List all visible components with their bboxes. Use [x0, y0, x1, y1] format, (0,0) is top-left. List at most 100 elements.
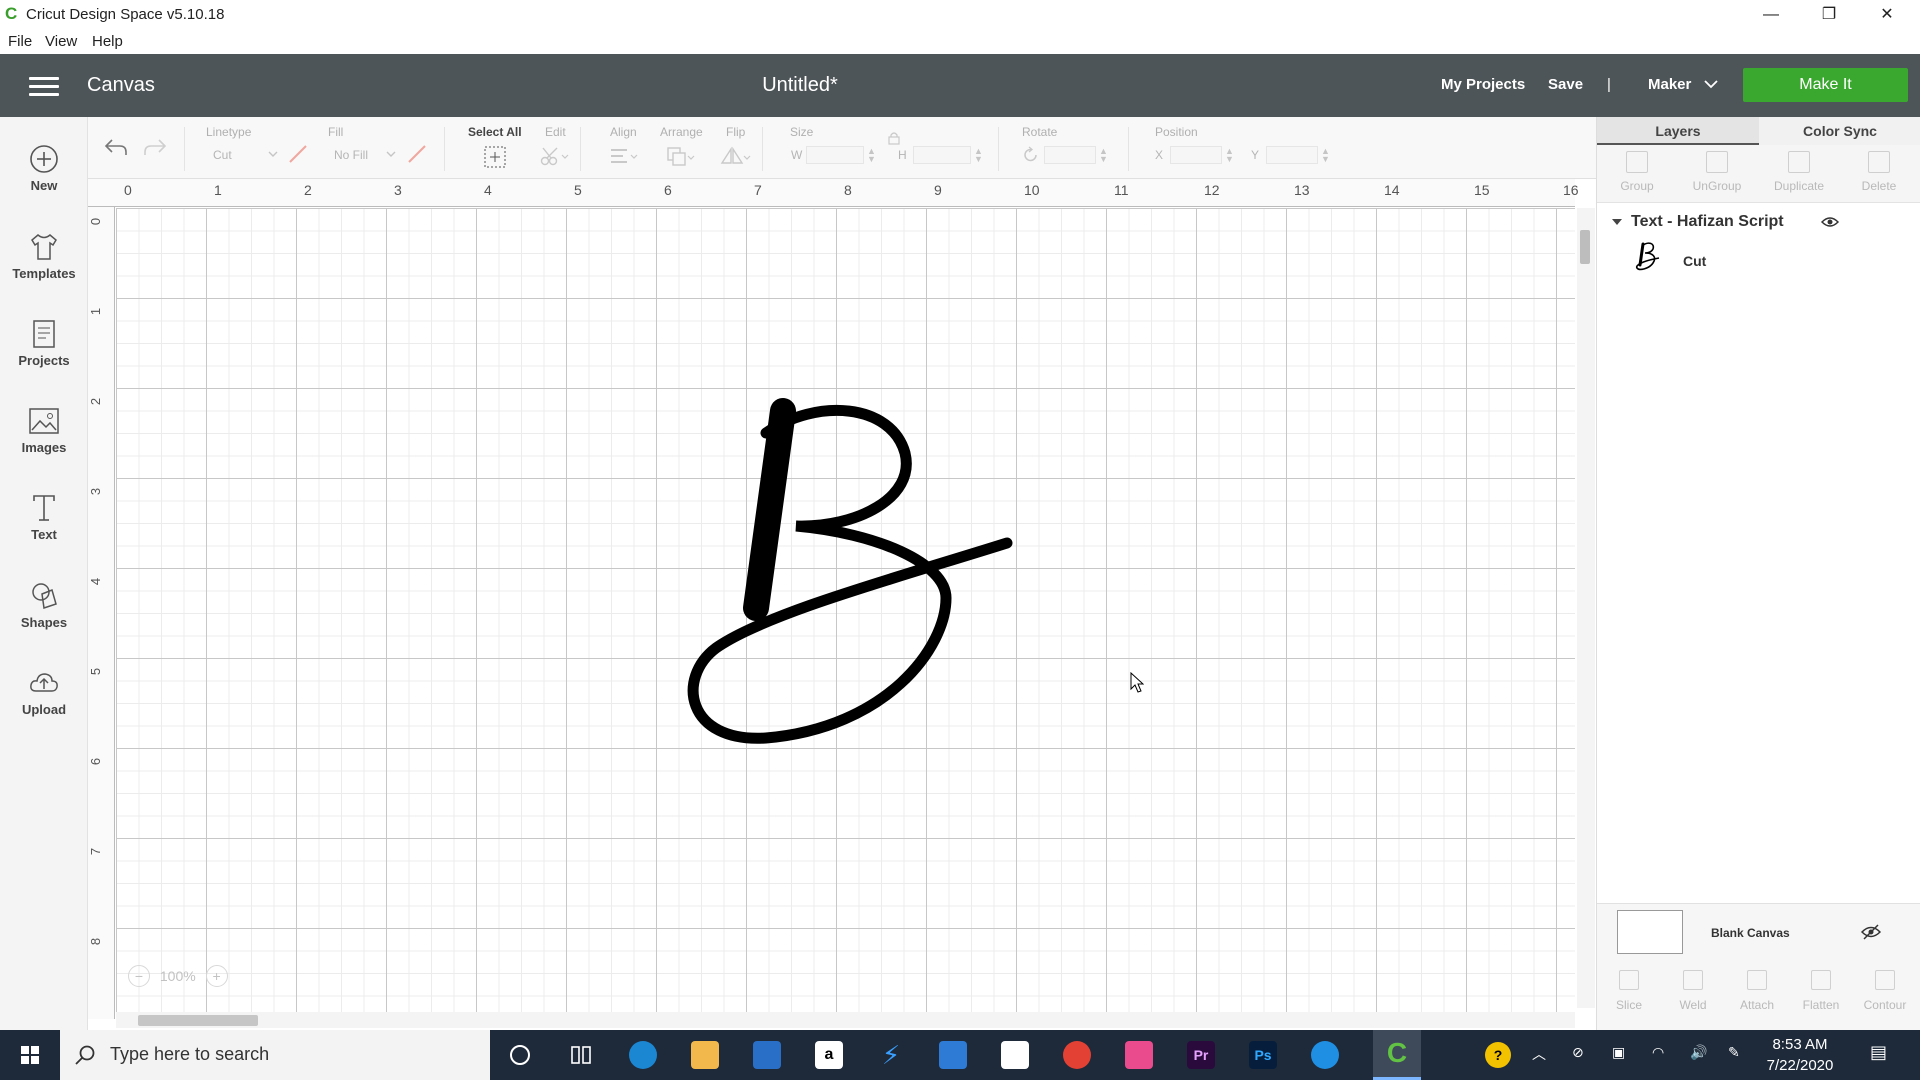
make-it-button[interactable]: Make It [1743, 68, 1908, 102]
rotate-stepper[interactable]: ▲ ▼ [1099, 147, 1108, 164]
height-stepper[interactable]: ▲ ▼ [974, 147, 983, 164]
script-letter-b[interactable] [116, 208, 1575, 1018]
lock-icon[interactable] [888, 131, 900, 145]
windows-start-icon[interactable] [0, 1030, 60, 1080]
app-icon[interactable] [1311, 1041, 1339, 1069]
wifi-icon[interactable]: ◠ [1652, 1044, 1664, 1061]
ungroup-button[interactable]: UnGroup [1677, 151, 1757, 193]
chrome-icon[interactable] [1063, 1041, 1091, 1069]
caret-down-icon[interactable] [1611, 217, 1623, 227]
blank-canvas-swatch[interactable] [1617, 910, 1683, 954]
hidden-eye-icon[interactable] [1861, 924, 1881, 940]
y-input[interactable] [1266, 146, 1318, 164]
amazon-icon[interactable]: a [815, 1041, 843, 1069]
flip-label: Flip [726, 125, 746, 139]
x-input[interactable] [1170, 146, 1222, 164]
eye-icon[interactable] [1821, 216, 1839, 228]
width-stepper[interactable]: ▲ ▼ [867, 147, 876, 164]
sidebar-item-new[interactable]: New [0, 135, 88, 215]
edge-browser-icon[interactable] [629, 1041, 657, 1069]
mail-icon[interactable] [939, 1041, 967, 1069]
task-view-icon[interactable] [567, 1041, 595, 1069]
slice-button[interactable]: Slice [1597, 970, 1661, 1012]
sidebar-item-shapes[interactable]: Shapes [0, 572, 88, 652]
arrange-icon[interactable] [666, 146, 696, 168]
design-canvas[interactable] [116, 208, 1575, 1018]
blank-canvas-row[interactable]: Blank Canvas [1609, 902, 1913, 960]
redo-icon[interactable] [143, 137, 167, 157]
search-placeholder: Type here to search [110, 1044, 270, 1064]
width-input[interactable] [806, 146, 864, 164]
zoom-in-button[interactable]: + [205, 965, 228, 987]
restore-button[interactable]: ❐ [1800, 0, 1858, 29]
tab-color-sync[interactable]: Color Sync [1759, 117, 1920, 145]
vertical-ruler: 0 1 2 3 4 5 6 7 8 [88, 207, 115, 1019]
vertical-scrollbar[interactable] [1577, 208, 1595, 1008]
duplicate-button[interactable]: Duplicate [1759, 151, 1839, 193]
group-button[interactable]: Group [1597, 151, 1677, 193]
sidebar-item-images[interactable]: Images [0, 397, 88, 477]
help-tray-icon[interactable]: ? [1485, 1042, 1511, 1068]
select-all-icon[interactable] [483, 145, 507, 169]
volume-icon[interactable]: 🔊 [1690, 1044, 1707, 1061]
sidebar-item-templates[interactable]: Templates [0, 223, 88, 303]
y-stepper[interactable]: ▲ ▼ [1321, 147, 1330, 164]
section-title: Canvas [87, 74, 155, 96]
flatten-button[interactable]: Flatten [1789, 970, 1853, 1012]
fill-color-icon[interactable] [406, 143, 428, 165]
layer-item-label[interactable]: Cut [1683, 253, 1706, 269]
close-button[interactable]: ✕ [1858, 0, 1916, 29]
chevron-up-icon[interactable]: ︿ [1532, 1044, 1546, 1064]
photoshop-icon[interactable]: Ps [1249, 1041, 1277, 1069]
rotate-input[interactable] [1044, 146, 1096, 164]
microsoft-store-icon[interactable] [753, 1041, 781, 1069]
flip-icon[interactable] [720, 146, 752, 168]
taskbar-search[interactable]: Type here to search [60, 1030, 490, 1080]
notifications-icon[interactable]: ▤ [1870, 1042, 1887, 1063]
undo-icon[interactable] [104, 137, 128, 157]
edit-label: Edit [545, 125, 566, 139]
sidebar-item-upload[interactable]: Upload [0, 659, 88, 739]
layers-panel: Layers Color Sync Group UnGroup Duplicat… [1596, 117, 1920, 1030]
notepad-icon[interactable] [1001, 1041, 1029, 1069]
minimize-button[interactable]: — [1742, 0, 1800, 29]
cricut-design-space-icon[interactable]: C [1373, 1030, 1421, 1080]
horizontal-scrollbar[interactable] [116, 1012, 1575, 1028]
sidebar-item-projects[interactable]: Projects [0, 310, 88, 390]
sidebar-item-label: Shapes [20, 615, 68, 630]
zoom-out-button[interactable]: − [128, 965, 150, 987]
pen-icon[interactable]: ✎ [1728, 1044, 1740, 1061]
attach-button[interactable]: Attach [1725, 970, 1789, 1012]
machine-select[interactable]: Maker [1648, 76, 1718, 93]
cortana-icon[interactable] [506, 1041, 534, 1069]
slice-icon [1619, 970, 1639, 990]
file-explorer-icon[interactable] [691, 1041, 719, 1069]
ruler-mark: 12 [1204, 182, 1220, 198]
weld-button[interactable]: Weld [1661, 970, 1725, 1012]
linetype-select[interactable]: Cut [213, 148, 232, 162]
tab-layers[interactable]: Layers [1597, 117, 1759, 145]
save-link[interactable]: Save [1548, 76, 1583, 93]
network-off-icon[interactable]: ⊘ [1572, 1044, 1584, 1061]
hamburger-menu-icon[interactable] [29, 77, 59, 96]
edit-scissors-icon[interactable] [540, 146, 570, 168]
linetype-color-icon[interactable] [287, 143, 309, 165]
premiere-pro-icon[interactable]: Pr [1187, 1041, 1215, 1069]
delete-button[interactable]: Delete [1839, 151, 1919, 193]
vscode-icon[interactable]: ⚡ [877, 1041, 905, 1069]
contour-button[interactable]: Contour [1853, 970, 1917, 1012]
dropbox-icon[interactable]: ▣ [1612, 1044, 1625, 1061]
fill-select[interactable]: No Fill [334, 148, 368, 162]
height-input[interactable] [913, 146, 971, 164]
taskbar-clock[interactable]: 8:53 AM 7/22/2020 [1755, 1034, 1845, 1076]
menu-view[interactable]: View [45, 33, 77, 50]
header-divider: | [1607, 76, 1611, 93]
x-stepper[interactable]: ▲ ▼ [1225, 147, 1234, 164]
sidebar-item-text[interactable]: Text [0, 484, 88, 564]
align-icon[interactable] [609, 147, 639, 167]
menu-file[interactable]: File [8, 33, 32, 50]
ruler-mark: 8 [88, 937, 104, 946]
creative-cloud-icon[interactable] [1125, 1041, 1153, 1069]
my-projects-link[interactable]: My Projects [1441, 76, 1525, 93]
menu-help[interactable]: Help [92, 33, 123, 50]
